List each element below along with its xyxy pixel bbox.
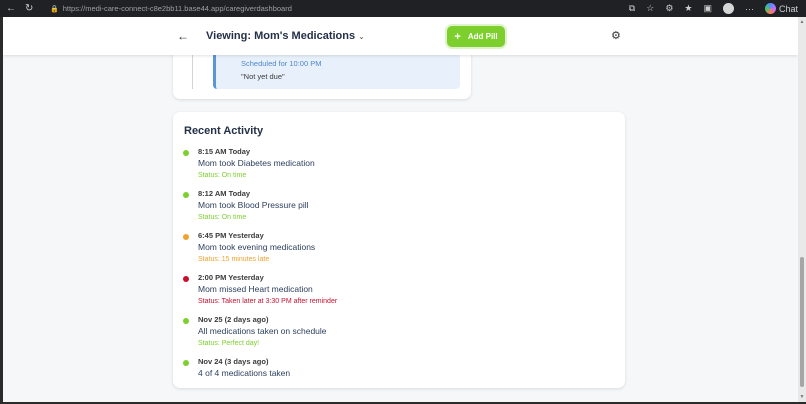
scroll-up-icon[interactable]: ▲: [799, 19, 805, 25]
activity-status: Status: Perfect day!: [198, 340, 260, 347]
recent-activity-title: Recent Activity: [184, 125, 264, 137]
activity-status: Status: 15 minutes late: [198, 256, 270, 263]
activity-time: 8:12 AM Today: [198, 189, 251, 198]
favorites-icon[interactable]: ★: [684, 3, 692, 14]
back-arrow-icon[interactable]: ←: [177, 29, 189, 43]
extensions-icon[interactable]: ⚙: [665, 3, 673, 14]
scheduled-dose-box: Scheduled for 10:00 PM "Not yet due": [213, 52, 460, 89]
browser-toolbar: ← ↻ 🔒 https://medi-care-connect-c8e2bb11…: [0, 0, 806, 17]
activity-description: Mom took Blood Pressure pill: [198, 200, 309, 210]
app-header: ← Viewing: Mom's Medications ⌄ + Add Pil…: [3, 17, 798, 55]
browser-nav: ← ↻: [0, 3, 50, 14]
activity-item: 8:12 AM Today Mom took Blood Pressure pi…: [183, 189, 613, 231]
back-arrow-icon[interactable]: ←: [6, 3, 16, 14]
address-bar[interactable]: 🔒 https://medi-care-connect-c8e2bb11.bas…: [50, 4, 292, 13]
activity-item: 6:45 PM Yesterday Mom took evening medic…: [183, 231, 613, 273]
browser-actions: ⧉ ☆ ⚙ ★ ▣ ··· Chat: [629, 3, 806, 14]
dose-note: "Not yet due": [241, 72, 285, 81]
activity-description: Mom took Diabetes medication: [198, 158, 315, 168]
status-dot: [183, 150, 189, 156]
activity-status: Status: On time: [198, 172, 247, 179]
status-dot: [183, 318, 189, 324]
recent-activity-card: Recent Activity 8:15 AM Today Mom took D…: [173, 112, 625, 388]
activity-description: Mom missed Heart medication: [198, 284, 313, 294]
activity-time: Nov 25 (2 days ago): [198, 315, 269, 324]
gear-icon[interactable]: ⚙: [611, 29, 621, 42]
activity-list: 8:15 AM Today Mom took Diabetes medicati…: [183, 147, 613, 399]
profile-avatar[interactable]: [722, 3, 734, 14]
activity-item: 2:00 PM Yesterday Mom missed Heart medic…: [183, 273, 613, 315]
activity-status: Status: On time: [198, 214, 247, 221]
copilot-icon: [764, 3, 776, 14]
scheduled-time: Scheduled for 10:00 PM: [241, 59, 322, 68]
scroll-down-icon[interactable]: ▼: [799, 394, 805, 400]
activity-description: 4 of 4 medications taken: [198, 368, 291, 378]
activity-item: Nov 24 (3 days ago) 4 of 4 medications t…: [183, 357, 613, 399]
favorite-star-icon[interactable]: ☆: [646, 3, 654, 14]
chevron-down-icon[interactable]: ⌄: [358, 32, 365, 41]
more-menu-icon[interactable]: ···: [745, 4, 754, 14]
activity-time: 6:45 PM Yesterday: [198, 231, 264, 240]
lock-icon: 🔒: [50, 5, 59, 13]
add-pill-label: Add Pill: [467, 32, 498, 41]
address-bar-url[interactable]: https://medi-care-connect-c8e2bb11.base4…: [63, 4, 292, 13]
scrollbar-thumb[interactable]: [800, 257, 804, 387]
viewing-selector[interactable]: Viewing: Mom's Medications ⌄: [206, 30, 365, 42]
page-title[interactable]: Viewing: Mom's Medications: [206, 30, 355, 42]
status-dot: [183, 276, 189, 282]
activity-status: Status: Taken later at 3:30 PM after rem…: [198, 298, 338, 305]
status-dot: [183, 234, 189, 240]
chat-label: Chat: [778, 3, 798, 14]
collections-icon[interactable]: ▣: [703, 3, 712, 14]
activity-item: 8:15 AM Today Mom took Diabetes medicati…: [183, 147, 613, 189]
status-dot: [183, 360, 189, 366]
page-viewport: Scheduled for 10:00 PM "Not yet due" ← V…: [3, 17, 798, 402]
activity-time: 2:00 PM Yesterday: [198, 273, 264, 282]
page-scrollbar[interactable]: ▲ ▼: [798, 17, 806, 402]
refresh-icon[interactable]: ↻: [25, 3, 33, 14]
activity-description: Mom took evening medications: [198, 242, 316, 252]
activity-time: 8:15 AM Today: [198, 147, 251, 156]
plus-icon: +: [454, 30, 461, 43]
copilot-chat-button[interactable]: Chat: [764, 3, 798, 14]
split-screen-icon[interactable]: ⧉: [629, 3, 635, 14]
activity-item: Nov 25 (2 days ago) All medications take…: [183, 315, 613, 357]
activity-time: Nov 24 (3 days ago): [198, 357, 269, 366]
status-dot: [183, 192, 189, 198]
add-pill-button[interactable]: + Add Pill: [447, 26, 505, 47]
activity-description: All medications taken on schedule: [198, 326, 327, 336]
